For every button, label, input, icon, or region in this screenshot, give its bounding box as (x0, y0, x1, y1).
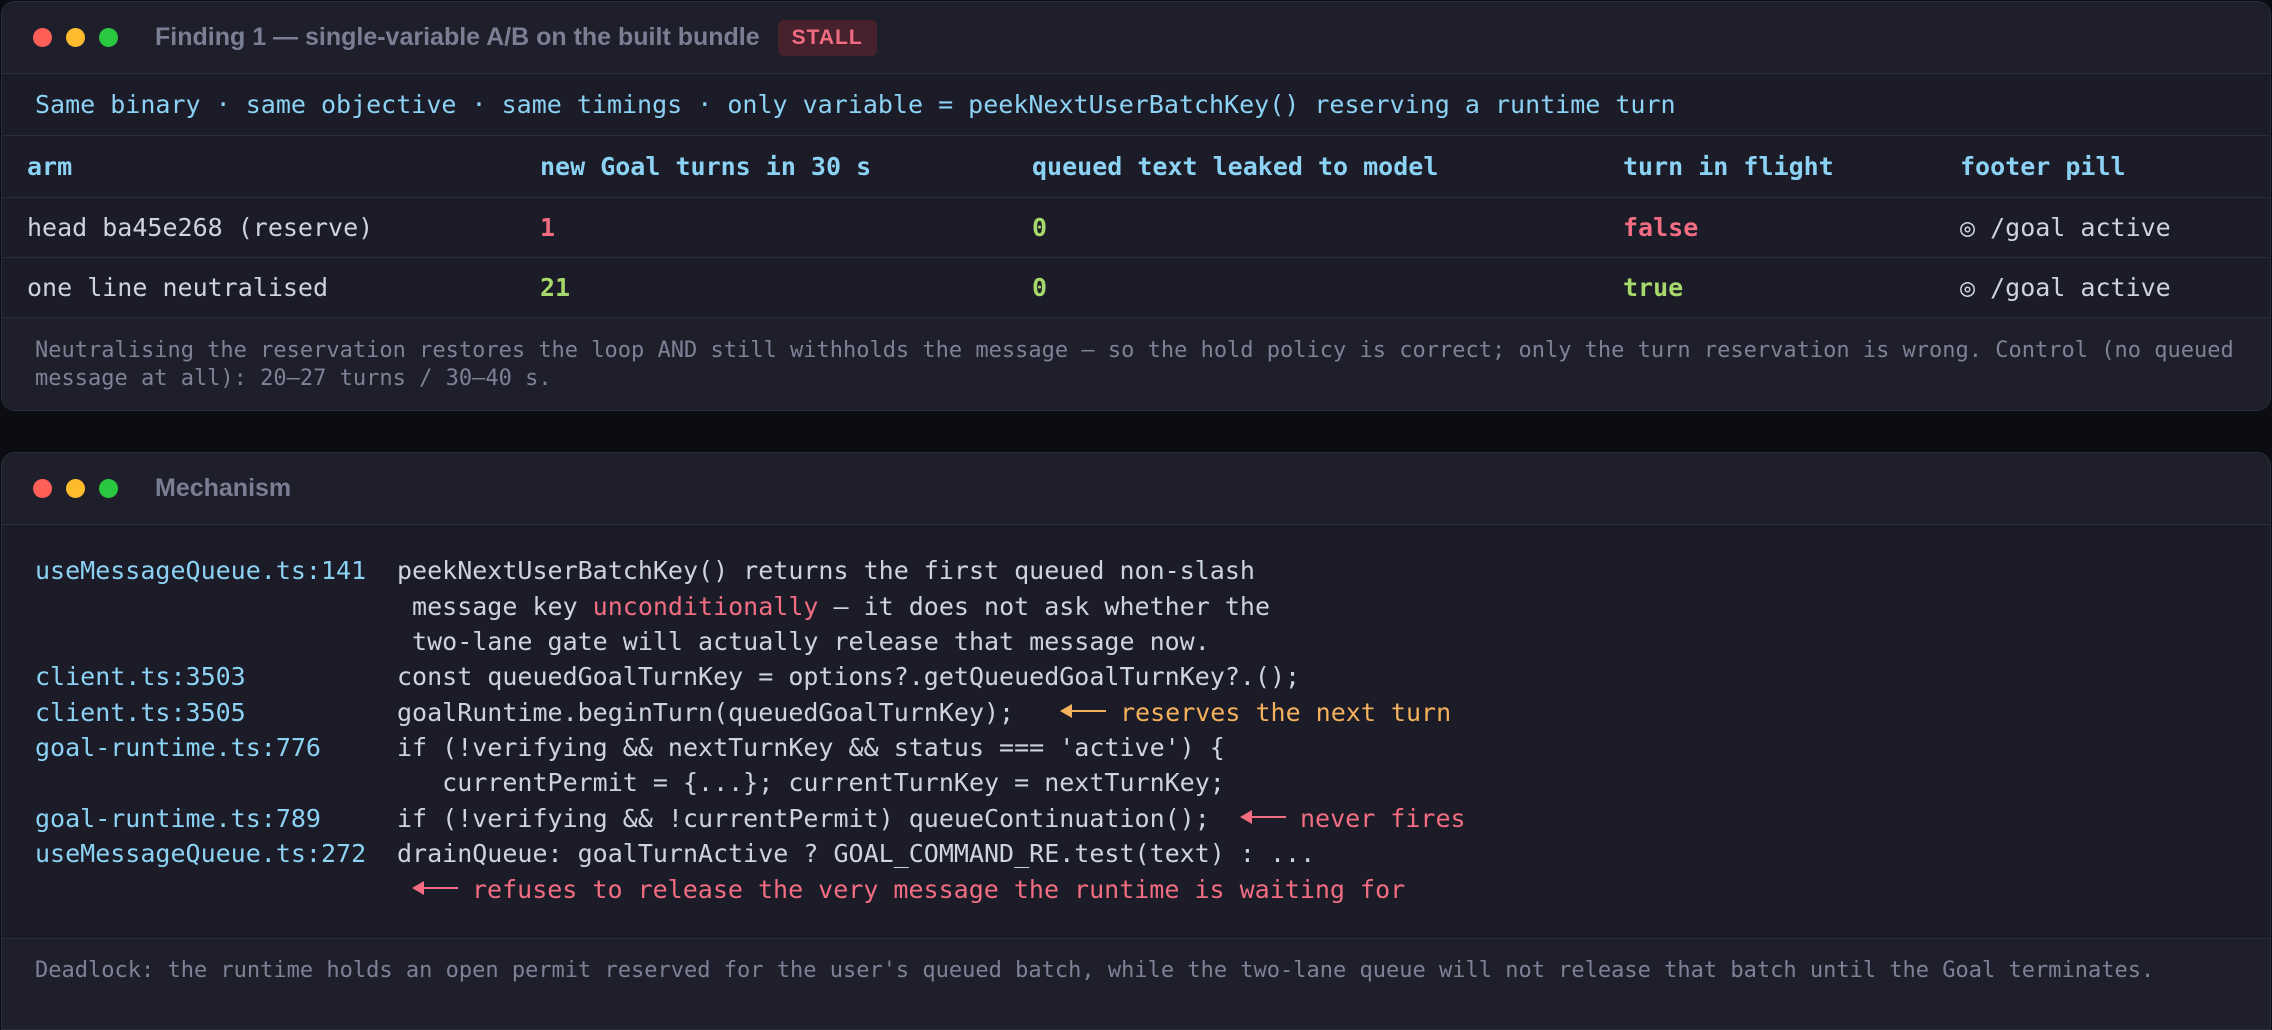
column-header-leaked: queued text leaked to model (1032, 152, 1439, 181)
footer-pill-cell: ◎ /goal active (1960, 273, 2171, 302)
left-arrow-icon (412, 881, 458, 895)
code-line: currentPermit = {...}; currentTurnKey = … (397, 768, 1225, 797)
column-header-in-flight: turn in flight (1623, 152, 1834, 181)
code-line: drainQueue: goalTurnActive ? GOAL_COMMAN… (397, 839, 1316, 868)
mechanism-note: Deadlock: the runtime holds an open perm… (2, 939, 2270, 1029)
column-header-arm: arm (27, 152, 73, 181)
code-line: message key unconditionally — it does no… (397, 592, 1270, 621)
mechanism-title: Mechanism (155, 474, 292, 502)
code-listing: useMessageQueue.ts:141 peekNextUserBatch… (2, 525, 2270, 939)
leaked-cell: 0 (1032, 213, 1048, 242)
column-header-turns: new Goal turns in 30 s (540, 152, 872, 181)
left-arrow-icon (1240, 810, 1286, 824)
arm-cell: one line neutralised (27, 273, 329, 302)
code-location: useMessageQueue.ts:272 (35, 839, 367, 868)
finding-title: Finding 1 — single-variable A/B on the b… (155, 23, 760, 51)
close-window-button[interactable] (33, 28, 52, 47)
code-line: goalRuntime.beginTurn(queuedGoalTurnKey)… (397, 698, 1015, 727)
zoom-window-button[interactable] (99, 479, 118, 498)
mechanism-window: Mechanism useMessageQueue.ts:141 peekNex… (1, 452, 2271, 1030)
code-location: client.ts:3505 (35, 698, 246, 727)
in-flight-cell: false (1623, 213, 1699, 242)
code-line: peekNextUserBatchKey() returns the first… (397, 556, 1255, 585)
close-window-button[interactable] (33, 479, 52, 498)
code-location: useMessageQueue.ts:141 (35, 556, 367, 585)
code-line: const queuedGoalTurnKey = options?.getQu… (397, 662, 1301, 691)
arm-cell: head ba45e268 (reserve) (27, 213, 374, 242)
finding-subhead: Same binary · same objective · same timi… (2, 74, 2270, 136)
code-location: goal-runtime.ts:789 (35, 804, 321, 833)
annotation-refuses: refuses to release the very message the … (412, 875, 1405, 904)
finding-note: Neutralising the reservation restores th… (2, 318, 2270, 410)
mechanism-titlebar: Mechanism (2, 453, 2270, 525)
code-location: client.ts:3503 (35, 662, 246, 691)
code-line: if (!verifying && !currentPermit) queueC… (397, 804, 1210, 833)
finding-window: Finding 1 — single-variable A/B on the b… (1, 1, 2271, 411)
table-row: one line neutralised 21 0 true ◎ /goal a… (2, 258, 2270, 318)
finding-titlebar: Finding 1 — single-variable A/B on the b… (2, 2, 2270, 74)
column-header-footer-pill: footer pill (1960, 152, 2126, 181)
table-header: arm new Goal turns in 30 s queued text l… (2, 136, 2270, 198)
in-flight-cell: true (1623, 273, 1684, 302)
table-row: head ba45e268 (reserve) 1 0 false ◎ /goa… (2, 198, 2270, 258)
annotation-never-fires: never fires (1240, 804, 1466, 833)
highlight-text: unconditionally (592, 592, 819, 621)
annotation-reserves: reserves the next turn (1060, 698, 1451, 727)
code-line: if (!verifying && nextTurnKey && status … (397, 733, 1225, 762)
footer-pill-cell: ◎ /goal active (1960, 213, 2171, 242)
code-line: two-lane gate will actually release that… (397, 627, 1210, 656)
turns-cell: 21 (540, 273, 571, 302)
minimize-window-button[interactable] (66, 479, 85, 498)
zoom-window-button[interactable] (99, 28, 118, 47)
leaked-cell: 0 (1032, 273, 1048, 302)
code-location: goal-runtime.ts:776 (35, 733, 321, 762)
turns-cell: 1 (540, 213, 556, 242)
left-arrow-icon (1060, 704, 1106, 718)
status-badge: STALL (777, 19, 877, 56)
minimize-window-button[interactable] (66, 28, 85, 47)
